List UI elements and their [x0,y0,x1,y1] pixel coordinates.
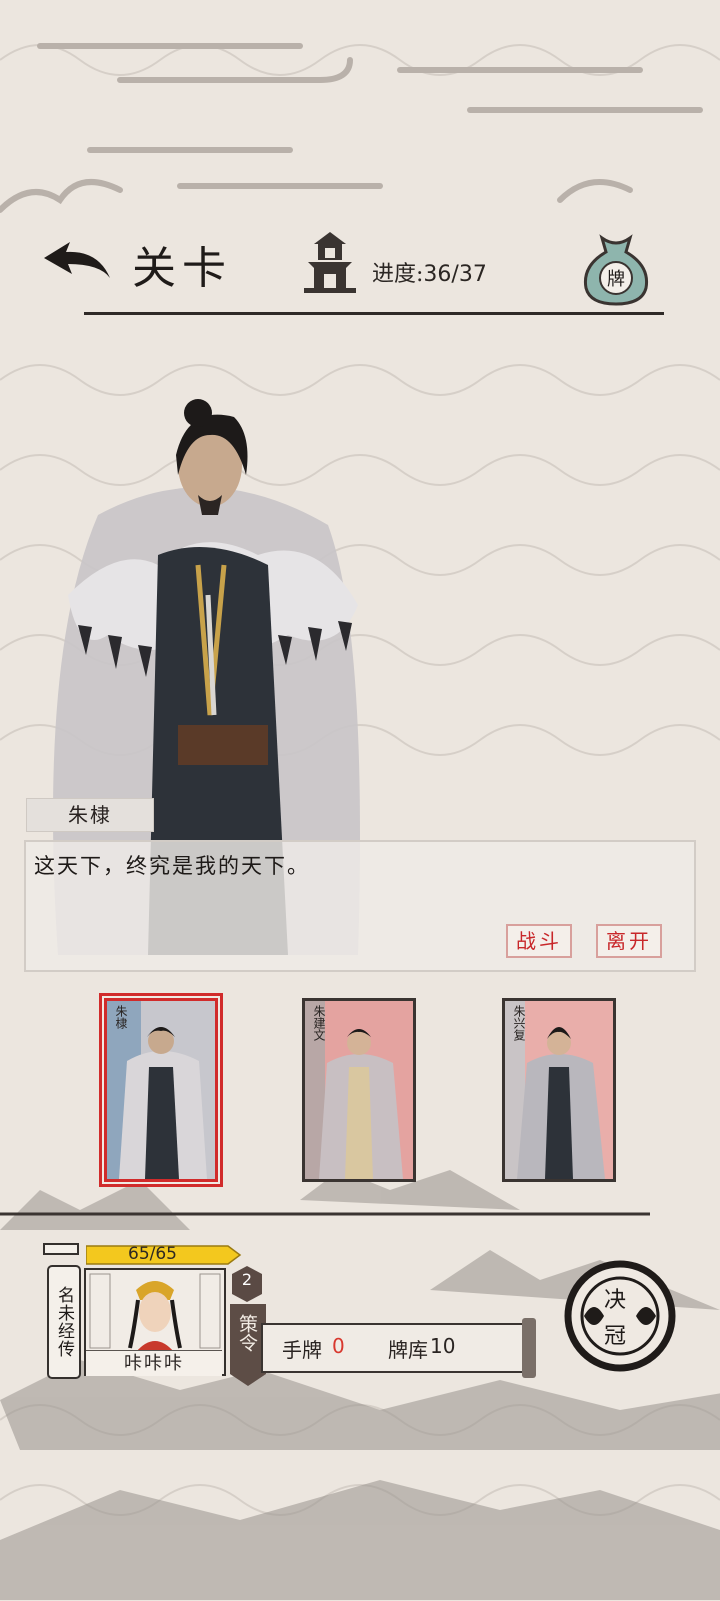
player-level: 2 [241,1270,253,1289]
player-name: 咔咔咔 [86,1350,222,1376]
progress-value: 36/37 [423,262,487,287]
strategy-label: 策令 [236,1314,258,1352]
avatar [86,1270,224,1352]
card-name: 朱建文 [312,1005,326,1041]
duel-label-2: 冠 [604,1324,627,1349]
fight-button[interactable]: 战斗 [506,924,572,958]
player-title: 名未经传 [54,1286,74,1358]
back-arrow-icon [44,242,110,278]
bag-label: 牌 [607,269,625,290]
dialog-text: 这天下，终究是我的天下。 [34,854,310,878]
duel-label: 决 [604,1288,627,1313]
deck-count: 10 [430,1334,456,1358]
deck-label: 牌库 [388,1338,428,1362]
hand-label: 手牌 [282,1338,322,1362]
hp-value: 65/65 [128,1244,177,1264]
card-name: 朱兴复 [512,1005,526,1041]
header-divider [84,312,664,315]
card-name: 朱棣 [114,1005,128,1029]
tower-icon [304,232,356,293]
page-title: 关卡 [132,243,232,294]
progress-indicator: 进度:36/37 [372,256,487,288]
progress-label: 进度: [372,262,424,287]
speaker-name-tab: 朱棣 [26,798,154,832]
character-card[interactable]: 朱兴复 [502,998,616,1182]
duel-button[interactable]: 决 冠 [564,1260,676,1372]
hand-count: 0 [332,1334,345,1358]
card-bag-button[interactable]: 牌 [580,232,652,306]
duel-emblem-icon [564,1260,676,1372]
character-card[interactable]: 朱建文 [302,998,416,1182]
leave-button[interactable]: 离开 [596,924,662,958]
back-button[interactable] [40,238,114,292]
character-card[interactable]: 朱棣 [104,998,218,1182]
